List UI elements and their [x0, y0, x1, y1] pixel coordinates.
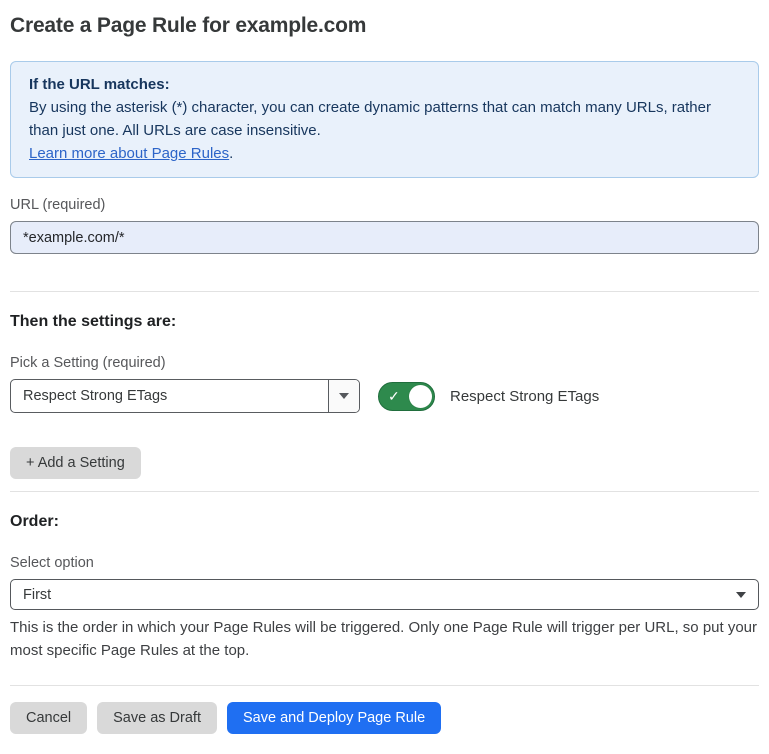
callout-body: By using the asterisk (*) character, you…	[29, 96, 740, 142]
url-field-label: URL (required)	[10, 197, 759, 213]
order-select[interactable]: First	[10, 579, 759, 610]
add-setting-button[interactable]: + Add a Setting	[10, 447, 141, 479]
order-select-label: Select option	[10, 555, 759, 571]
url-match-callout: If the URL matches: By using the asteris…	[10, 61, 759, 178]
chevron-down-icon	[736, 592, 746, 598]
url-input[interactable]	[10, 221, 759, 254]
learn-more-link[interactable]: Learn more about Page Rules	[29, 145, 229, 162]
toggle-knob	[409, 385, 432, 408]
callout-heading: If the URL matches:	[29, 73, 740, 96]
link-suffix: .	[229, 145, 233, 162]
cancel-button[interactable]: Cancel	[10, 702, 87, 734]
chevron-down-icon	[339, 393, 349, 399]
footer-divider	[10, 685, 759, 686]
order-heading: Order:	[10, 513, 759, 531]
save-deploy-button[interactable]: Save and Deploy Page Rule	[227, 702, 441, 734]
order-select-value: First	[23, 587, 51, 603]
setting-select-value: Respect Strong ETags	[11, 380, 328, 412]
setting-row: Respect Strong ETags ✓ Respect Strong ET…	[10, 379, 759, 413]
section-divider	[10, 491, 759, 492]
toggle-label: Respect Strong ETags	[450, 388, 599, 405]
check-icon: ✓	[388, 389, 400, 403]
setting-select[interactable]: Respect Strong ETags	[10, 379, 360, 413]
section-divider	[10, 291, 759, 292]
save-draft-button[interactable]: Save as Draft	[97, 702, 217, 734]
setting-picker-label: Pick a Setting (required)	[10, 355, 759, 371]
order-help-text: This is the order in which your Page Rul…	[10, 616, 759, 662]
settings-heading: Then the settings are:	[10, 313, 759, 331]
footer-actions: Cancel Save as Draft Save and Deploy Pag…	[10, 702, 759, 734]
setting-toggle[interactable]: ✓	[378, 382, 435, 411]
page-title: Create a Page Rule for example.com	[10, 14, 759, 38]
setting-select-arrow-button[interactable]	[328, 380, 359, 412]
callout-link-line: Learn more about Page Rules.	[29, 142, 740, 165]
